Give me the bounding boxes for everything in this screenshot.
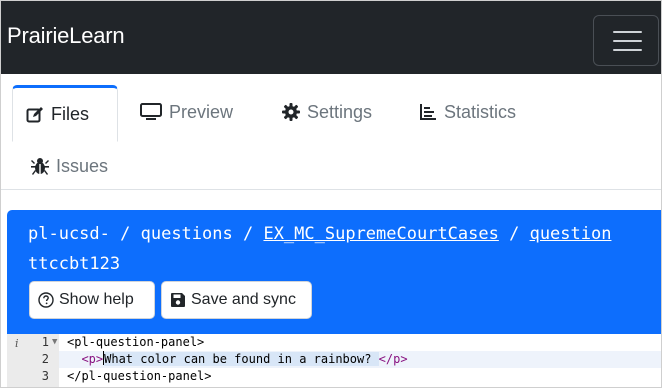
show-help-label: Show help xyxy=(59,291,134,308)
question-circle-icon xyxy=(38,292,54,308)
gear-icon xyxy=(282,103,300,121)
code-line[interactable]: i 1 ▼ <pl-question-panel> xyxy=(7,334,661,351)
code-text: <p>What color can be found in a rainbow?… xyxy=(67,351,408,368)
brand-logo[interactable]: PrairieLearn xyxy=(7,23,125,49)
line-number: 1 xyxy=(41,335,49,349)
breadcrumb-separator: / xyxy=(498,224,530,244)
tab-files[interactable]: Files xyxy=(12,85,118,142)
save-and-sync-label: Save and sync xyxy=(191,291,296,308)
bug-icon xyxy=(31,157,49,175)
tab-issues-label: Issues xyxy=(56,155,109,176)
code-text: <pl-question-panel> xyxy=(67,335,205,349)
hamburger-icon-middle xyxy=(613,40,642,42)
floppy-disk-icon xyxy=(170,292,186,308)
tab-settings-label: Settings xyxy=(307,101,373,122)
breadcrumb-separator: / xyxy=(109,224,141,244)
navbar: PrairieLearn xyxy=(1,1,661,74)
code-line[interactable]: 3 </pl-question-panel> xyxy=(7,368,661,385)
code-text: </pl-question-panel> xyxy=(67,369,212,383)
code-line[interactable]: 2 <p>What color can be found in a rainbo… xyxy=(7,351,661,368)
menu-toggle-button[interactable] xyxy=(593,15,659,66)
app-frame: PrairieLearn Files Preview Settings Stat… xyxy=(0,0,662,388)
tab-files-label: Files xyxy=(51,104,90,124)
tab-preview[interactable]: Preview xyxy=(140,92,233,132)
breadcrumb-course: pl-ucsd- xyxy=(28,224,110,244)
breadcrumb-separator: / xyxy=(232,224,264,244)
monitor-icon xyxy=(140,103,162,121)
line-number: 3 xyxy=(41,369,49,383)
tab-preview-label: Preview xyxy=(169,101,234,122)
breadcrumb-folder-link[interactable]: EX_MC_SupremeCourtCases xyxy=(263,224,498,244)
code-editor[interactable]: i 1 ▼ <pl-question-panel> 2 <p>What colo… xyxy=(7,334,661,387)
code-tag-close: </p> xyxy=(378,352,408,366)
line-number: 2 xyxy=(41,352,49,366)
bar-chart-icon xyxy=(419,103,437,121)
save-and-sync-button[interactable]: Save and sync xyxy=(161,281,312,319)
hamburger-icon xyxy=(613,31,642,33)
tab-statistics[interactable]: Statistics xyxy=(419,92,516,132)
hamburger-icon-bottom xyxy=(613,49,642,51)
breadcrumb-file-link[interactable]: question xyxy=(530,224,612,244)
breadcrumb: pl-ucsd- / questions / EX_MC_SupremeCour… xyxy=(28,224,611,244)
show-help-button[interactable]: Show help xyxy=(29,281,155,319)
breadcrumb-questions: questions xyxy=(140,224,233,244)
fold-arrow-icon[interactable]: ▼ xyxy=(52,334,57,351)
selected-text: What color can be found in a rainbow? xyxy=(104,352,379,366)
tab-statistics-label: Statistics xyxy=(444,101,517,122)
tab-settings[interactable]: Settings xyxy=(282,92,372,132)
tab-issues[interactable]: Issues xyxy=(31,146,108,186)
info-icon: i xyxy=(15,337,19,350)
breadcrumb-course-line2: ttccbt123 xyxy=(28,254,121,274)
file-path-header: pl-ucsd- / questions / EX_MC_SupremeCour… xyxy=(7,210,661,334)
edit-icon xyxy=(26,106,44,124)
code-tag-open: <p> xyxy=(67,352,104,366)
tab-bar: Files Preview Settings Statistics Issues xyxy=(1,74,661,190)
